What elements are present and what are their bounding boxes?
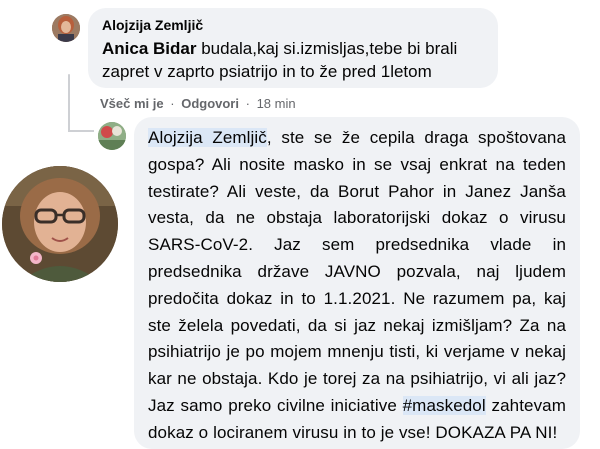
reply-bubble: Alojzija Zemljič, ste se že cepila draga…: [134, 117, 580, 449]
comment-bubble: Alojzija Zemljič Anica Bidar budala,kaj …: [88, 8, 498, 88]
action-separator: ·: [170, 96, 175, 111]
replier-avatar-large[interactable]: [2, 166, 118, 282]
reply-body-1: , ste se že cepila draga spoštovana gosp…: [148, 128, 567, 415]
reply-button[interactable]: Odgovori: [181, 96, 239, 111]
action-separator: ·: [245, 96, 250, 111]
comment-timestamp[interactable]: 18 min: [257, 96, 296, 111]
comment-text: Anica Bidar budala,kaj si.izmisljas,tebe…: [102, 37, 484, 83]
thread-connector: [68, 130, 94, 132]
commenter-avatar[interactable]: [52, 14, 80, 42]
comment-mention[interactable]: Anica Bidar: [102, 39, 196, 58]
like-button[interactable]: Všeč mi je: [100, 96, 164, 111]
comment-author[interactable]: Alojzija Zemljič: [102, 16, 484, 34]
reply-mention[interactable]: Alojzija Zemljič: [148, 128, 267, 147]
reply-text: Alojzija Zemljič, ste se že cepila draga…: [148, 125, 566, 447]
replier-avatar-small[interactable]: [98, 122, 126, 150]
thread-line: [68, 74, 70, 132]
comment-actions: Všeč mi je · Odgovori · 18 min: [100, 96, 296, 112]
hashtag-link[interactable]: #maskedol: [402, 395, 486, 415]
